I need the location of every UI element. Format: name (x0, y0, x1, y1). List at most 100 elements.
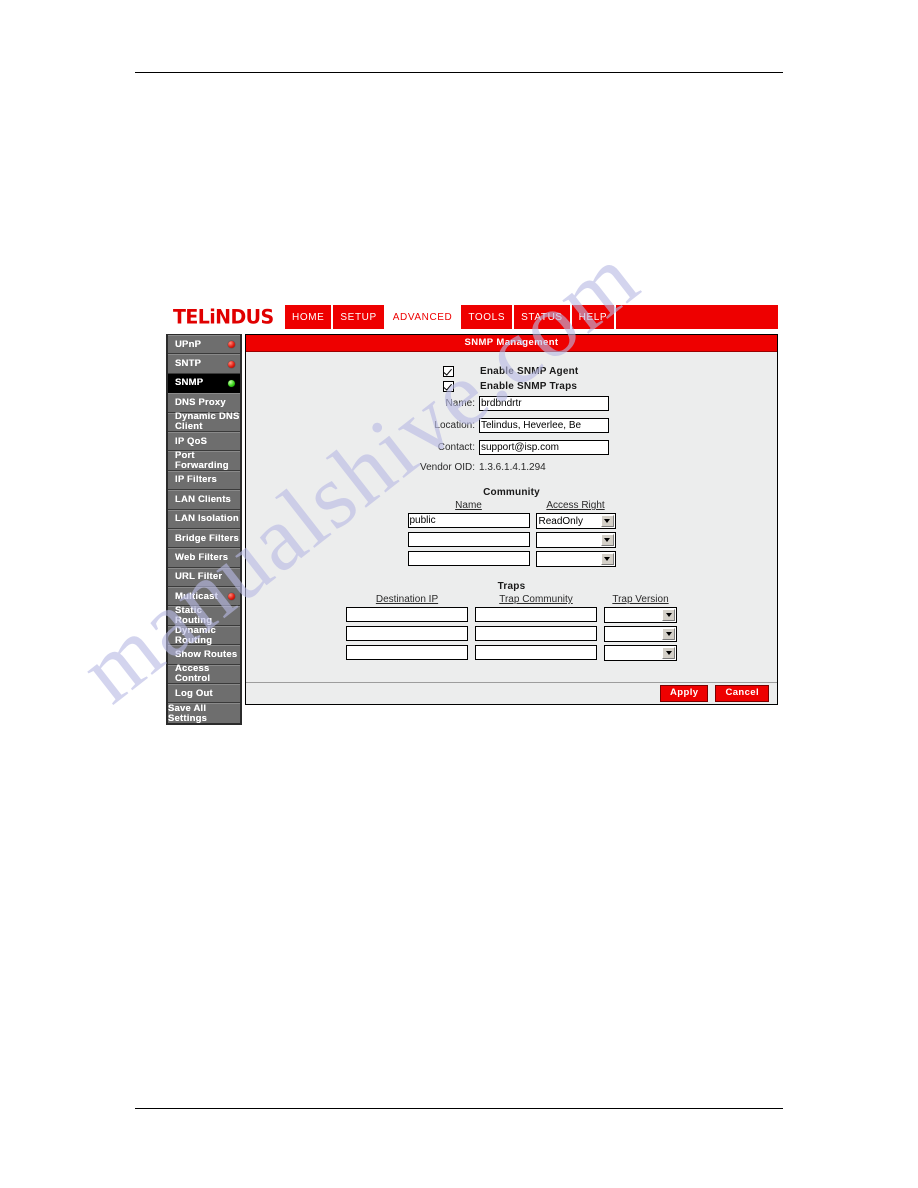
community-access-select[interactable] (535, 532, 616, 548)
vendor-oid-value: 1.3.6.1.4.1.294 (479, 462, 546, 473)
sidebar-item-label: Dynamic Routing (175, 624, 217, 646)
chevron-down-icon[interactable] (662, 647, 675, 659)
sidebar-item-label: IP Filters (175, 474, 217, 486)
traps-header-version: Trap Version (612, 594, 669, 605)
chevron-down-icon[interactable] (662, 609, 675, 621)
community-rows: ReadOnly (246, 513, 777, 567)
input-name[interactable] (479, 395, 609, 411)
trap-destination-ip-input[interactable] (346, 607, 468, 622)
nav-item-home[interactable]: HOME (283, 305, 332, 329)
sidebar-item-upnp[interactable]: UPnP (168, 335, 240, 355)
trap-row (246, 645, 777, 661)
sidebar-item-lan-clients[interactable]: LAN Clients (168, 490, 240, 510)
sidebar-item-log-out[interactable]: Log Out (168, 684, 240, 704)
nav-item-help[interactable]: HELP (569, 305, 615, 329)
sidebar-item-label: Access Control (175, 663, 211, 685)
nav-item-advanced[interactable]: ADVANCED (383, 305, 460, 329)
community-name-input[interactable] (407, 532, 530, 547)
chevron-down-icon[interactable] (600, 553, 614, 565)
status-led-red-icon (228, 593, 235, 601)
sidebar-item-url-filter[interactable]: URL Filter (168, 567, 240, 588)
vendor-oid-row: Vendor OID: 1.3.6.1.4.1.294 (246, 460, 777, 475)
vendor-oid-label: Vendor OID: (419, 462, 475, 473)
trap-version-select[interactable] (604, 626, 677, 642)
brand-logo-text: TELiNDUS (173, 304, 274, 329)
snmp-identity-fields: Name: Location: Contact: (246, 394, 777, 456)
community-name-input[interactable] (407, 513, 530, 528)
sidebar-item-label: Web Filters (175, 551, 229, 563)
checkbox-label: Enable SNMP Traps (480, 380, 578, 392)
trap-row (246, 607, 777, 623)
nav-item-tools[interactable]: TOOLS (459, 305, 513, 329)
sidebar-item-label: Static Routing (175, 605, 213, 627)
trap-destination-ip-input[interactable] (346, 645, 468, 660)
chevron-down-icon[interactable] (600, 534, 614, 546)
status-led-red-icon (228, 360, 235, 368)
content-panel: SNMP Management Enable SNMP Agent Enable … (245, 334, 778, 705)
sidebar-item-ip-qos[interactable]: IP QoS (168, 431, 240, 452)
community-header-access: Access Right (546, 500, 605, 511)
snmp-form: Enable SNMP Agent Enable SNMP Traps Name:… (246, 352, 777, 682)
sidebar-item-lan-isolation[interactable]: LAN Isolation (168, 509, 240, 529)
sidebar-item-snmp[interactable]: SNMP (168, 373, 240, 394)
input-contact[interactable] (479, 439, 609, 455)
sidebar-item-dynamic-dns-client[interactable]: Dynamic DNS Client (168, 412, 240, 432)
sidebar-item-port-forwarding[interactable]: Port Forwarding (168, 451, 240, 471)
sidebar-item-multicast[interactable]: Multicast (168, 587, 240, 607)
checkbox-row: Enable SNMP Agent (443, 364, 777, 378)
snmp-enable-group: Enable SNMP Agent Enable SNMP Traps (443, 364, 777, 393)
trap-community-input[interactable] (475, 626, 597, 641)
community-header-row: Name Access Right (246, 500, 777, 513)
status-led-red-icon (228, 341, 235, 349)
cancel-button[interactable]: Cancel (715, 685, 769, 702)
sidebar-item-show-routes[interactable]: Show Routes (168, 645, 240, 665)
sidebar-item-label: SNMP (175, 377, 204, 389)
field-row: Name: (246, 394, 777, 412)
sidebar-item-save-all-settings[interactable]: Save All Settings (168, 702, 240, 724)
sidebar-item-access-control[interactable]: Access Control (168, 663, 240, 685)
sidebar-item-label: URL Filter (175, 571, 223, 583)
traps-section: Traps Destination IP Trap Community Trap… (246, 581, 777, 661)
checkbox-label: Enable SNMP Agent (480, 365, 579, 377)
page-footer-rule (135, 1108, 783, 1109)
trap-version-select[interactable] (604, 645, 677, 661)
sidebar-item-label: LAN Clients (175, 493, 232, 505)
sidebar-item-label: Multicast (175, 590, 218, 602)
trap-version-select[interactable] (604, 607, 677, 623)
sidebar-item-dynamic-routing[interactable]: Dynamic Routing (168, 624, 240, 646)
community-name-input[interactable] (407, 551, 530, 566)
trap-community-input[interactable] (475, 645, 597, 660)
sidebar-item-static-routing[interactable]: Static Routing (168, 605, 240, 627)
sidebar-item-bridge-filters[interactable]: Bridge Filters (168, 528, 240, 549)
traps-header-destination: Destination IP (375, 594, 439, 605)
sidebar-item-ip-filters[interactable]: IP Filters (168, 470, 240, 491)
sidebar-item-sntp[interactable]: SNTP (168, 354, 240, 374)
trap-community-input[interactable] (475, 607, 597, 622)
brand-logo: TELiNDUS (166, 305, 283, 329)
sidebar-item-label: LAN Isolation (175, 513, 239, 525)
chevron-down-icon[interactable] (662, 628, 675, 640)
sidebar-menu: UPnP SNTP SNMP DNS Proxy Dynamic DNS Client I… (166, 334, 242, 725)
input-location[interactable] (479, 417, 609, 433)
checkbox-enable-snmp-traps[interactable] (443, 380, 454, 392)
sidebar-item-label: Save All Settings (168, 702, 208, 724)
nav-item-setup[interactable]: SETUP (331, 305, 384, 329)
main-nav: HOME SETUP ADVANCED TOOLS STATUS HELP (283, 305, 778, 329)
community-section-title: Community (483, 487, 540, 498)
community-access-select[interactable]: ReadOnly (535, 513, 616, 529)
sidebar-item-web-filters[interactable]: Web Filters (168, 548, 240, 568)
panel-footer: Apply Cancel (246, 682, 777, 704)
community-row (246, 551, 777, 567)
chevron-down-icon[interactable] (600, 515, 614, 527)
sidebar-item-dns-proxy[interactable]: DNS Proxy (168, 393, 240, 413)
nav-item-status[interactable]: STATUS (512, 305, 570, 329)
community-row: ReadOnly (246, 513, 777, 529)
community-access-select[interactable] (535, 551, 616, 567)
apply-button[interactable]: Apply (660, 685, 709, 702)
trap-destination-ip-input[interactable] (346, 626, 468, 641)
sidebar-item-label: Show Routes (175, 648, 238, 660)
community-row (246, 532, 777, 548)
field-row: Contact: (246, 438, 777, 456)
checkbox-enable-snmp-agent[interactable] (443, 365, 454, 377)
field-label: Name: (445, 397, 475, 409)
